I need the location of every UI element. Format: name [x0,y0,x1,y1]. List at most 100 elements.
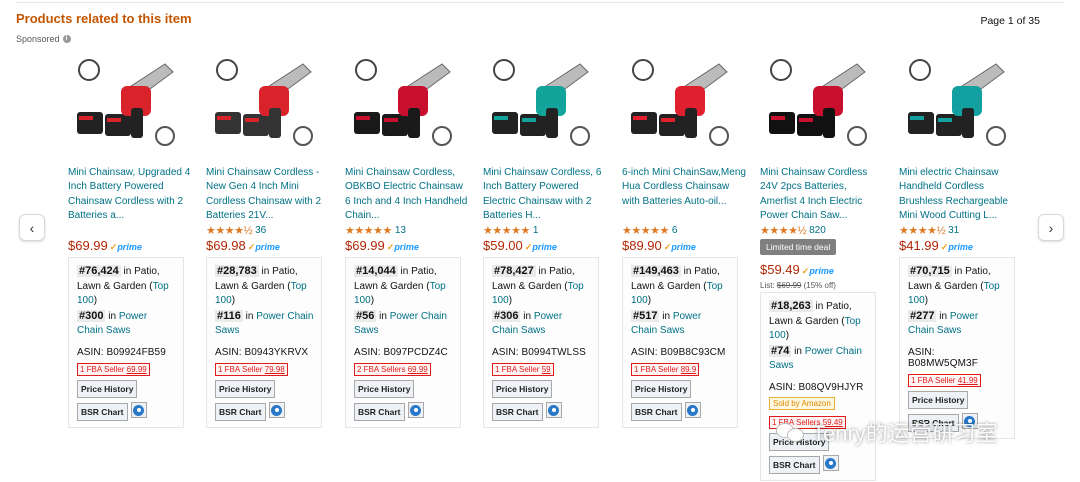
product-image[interactable] [69,50,185,162]
product-title-link[interactable]: Mini Chainsaw, Upgraded 4 Inch Battery P… [68,166,193,223]
product-image[interactable] [484,50,600,162]
bsr-rank-sub: #116 [215,309,243,322]
rating-count-link[interactable]: 1 [533,225,539,236]
prime-badge-icon: ✓prime [940,242,973,252]
asin-text: ASIN: B097PCDZ4C [354,346,448,358]
extension-panel: #78,427 in Patio, Lawn & Garden (Top 100… [483,257,599,428]
carousel-next-button[interactable]: › [1038,214,1064,241]
rating-count-link[interactable]: 6 [672,225,678,236]
product-card: 6-inch Mini ChainSaw,Meng Hua Cordless C… [622,50,747,428]
product-card: Mini Chainsaw Cordless, OBKBO Electric C… [345,50,470,428]
price-row: $69.99 ✓prime [345,238,470,255]
product-title-link[interactable]: 6-inch Mini ChainSaw,Meng Hua Cordless C… [622,166,747,223]
bsr-rank-main: #76,424 [77,265,121,277]
star-rating-icon: ★★★★½ [760,224,807,237]
info-icon[interactable]: i [62,35,71,43]
settings-gear-icon[interactable] [545,402,562,418]
bsr-rank-main: #28,783 [215,265,259,277]
bsr-rank-sub: #277 [908,309,937,322]
product-card: Mini Chainsaw, Upgraded 4 Inch Battery P… [68,50,193,428]
prime-badge-icon: ✓prime [524,242,557,252]
price-history-button[interactable]: Price History [631,379,692,398]
bsr-info: #149,463 in Patio, Lawn & Garden (Top 10… [631,265,723,336]
bsr-chart-button[interactable]: BSR Chart [492,402,543,421]
product-price: $41.99 [899,238,939,253]
settings-gear-icon[interactable] [268,402,285,418]
product-image[interactable] [346,50,462,162]
settings-gear-icon[interactable] [130,402,147,418]
rating-count-link[interactable]: 36 [255,225,266,236]
fba-seller-badge[interactable]: 1 FBA Seller 89.9 [631,362,700,376]
prime-badge-icon: ✓prime [801,266,834,276]
price-history-button[interactable]: Price History [908,390,969,409]
limited-deal-badge: Limited time deal [760,239,837,255]
prime-badge-icon: ✓prime [663,242,696,252]
bsr-chart-button[interactable]: BSR Chart [354,402,405,421]
extension-panel: #14,044 in Patio, Lawn & Garden (Top 100… [345,257,461,428]
product-title-link[interactable]: Mini Chainsaw Cordless - New Gen 4 Inch … [206,166,331,223]
list-price: List: $69.99 (15% off) [760,281,836,290]
price-history-button[interactable]: Price History [77,379,138,398]
bsr-info: #78,427 in Patio, Lawn & Garden (Top 100… [492,265,584,336]
bsr-rank-sub: #306 [492,309,521,322]
price-row: $69.98 ✓prime [206,238,331,255]
rating-count-link[interactable]: 31 [948,225,959,236]
product-title-link[interactable]: Mini Chainsaw Cordless, 6 Inch Battery P… [483,166,608,223]
rating-count-link[interactable]: 13 [395,225,406,236]
product-card: Mini electric Chainsaw Handheld Cordless… [899,50,1024,439]
product-card: Mini Chainsaw Cordless - New Gen 4 Inch … [206,50,331,428]
product-rating[interactable]: ★★★★½ 36 [206,223,331,237]
bsr-rank-main: #78,427 [492,265,536,277]
settings-gear-icon[interactable] [822,455,839,471]
price-row: $59.49 ✓prime [760,262,885,279]
fba-seller-badge[interactable]: 2 FBA Sellers 69.99 [354,362,431,376]
prime-badge-icon: ✓prime [386,242,419,252]
price-history-button[interactable]: Price History [354,379,415,398]
bsr-rank-sub: #517 [631,309,660,322]
product-title-link[interactable]: Mini Chainsaw Cordless 24V 2pcs Batterie… [760,166,885,223]
sold-by-amazon-badge: Sold by Amazon [769,396,835,410]
asin-text: ASIN: B08QV9HJYR [769,381,864,393]
sponsored-text: Sponsored [16,34,60,44]
bsr-chart-button[interactable]: BSR Chart [215,402,266,421]
product-image[interactable] [761,50,877,162]
fba-seller-badge[interactable]: 1 FBA Seller 59 [492,362,554,376]
asin-text: ASIN: B08MW5QM3F [908,346,978,369]
product-image[interactable] [900,50,1016,162]
fba-seller-badge[interactable]: 1 FBA Seller 69.99 [77,362,150,376]
bsr-chart-button[interactable]: BSR Chart [631,402,682,421]
fba-seller-badge[interactable]: 1 FBA Seller 79.98 [215,362,288,376]
watermark-text: Tenry的运营研习室 [812,421,998,446]
bsr-chart-button[interactable]: BSR Chart [769,455,820,474]
carousel-prev-button[interactable]: ‹ [19,214,45,241]
asin-text: ASIN: B0994TWLSS [492,346,586,358]
chat-bubbles-icon [776,421,806,443]
product-rating[interactable]: ★★★★½ 31 [899,223,1024,237]
product-image[interactable] [207,50,323,162]
extension-panel: #149,463 in Patio, Lawn & Garden (Top 10… [622,257,738,428]
product-rating[interactable]: ★★★★★ 13 [345,223,470,237]
star-rating-icon: ★★★★★ [483,224,530,237]
product-price: $69.99 [345,238,385,253]
price-history-button[interactable]: Price History [215,379,276,398]
bsr-chart-button[interactable]: BSR Chart [77,402,128,421]
price-row: $69.99 ✓prime [68,238,193,255]
product-title-link[interactable]: Mini Chainsaw Cordless, OBKBO Electric C… [345,166,470,223]
rating-count-link[interactable]: 820 [809,225,826,236]
product-title-link[interactable]: Mini electric Chainsaw Handheld Cordless… [899,166,1024,223]
bsr-rank-sub: #300 [77,309,106,322]
price-history-button[interactable]: Price History [492,379,553,398]
settings-gear-icon[interactable] [684,402,701,418]
top-divider [16,2,1064,3]
product-image[interactable] [623,50,739,162]
extension-panel: #18,263 in Patio, Lawn & Garden (Top 100… [760,292,876,481]
product-rating[interactable]: ★★★★★ 1 [483,223,608,237]
product-rating[interactable]: ★★★★½ 820 [760,223,885,237]
bsr-rank-main: #149,463 [631,265,681,277]
product-card: Mini Chainsaw Cordless, 6 Inch Battery P… [483,50,608,428]
sponsored-label[interactable]: Sponsored i [16,34,71,44]
page-indicator: Page 1 of 35 [980,15,1040,27]
settings-gear-icon[interactable] [407,402,424,418]
product-rating[interactable]: ★★★★★ 6 [622,223,747,237]
fba-seller-badge[interactable]: 1 FBA Seller 41.99 [908,373,981,387]
